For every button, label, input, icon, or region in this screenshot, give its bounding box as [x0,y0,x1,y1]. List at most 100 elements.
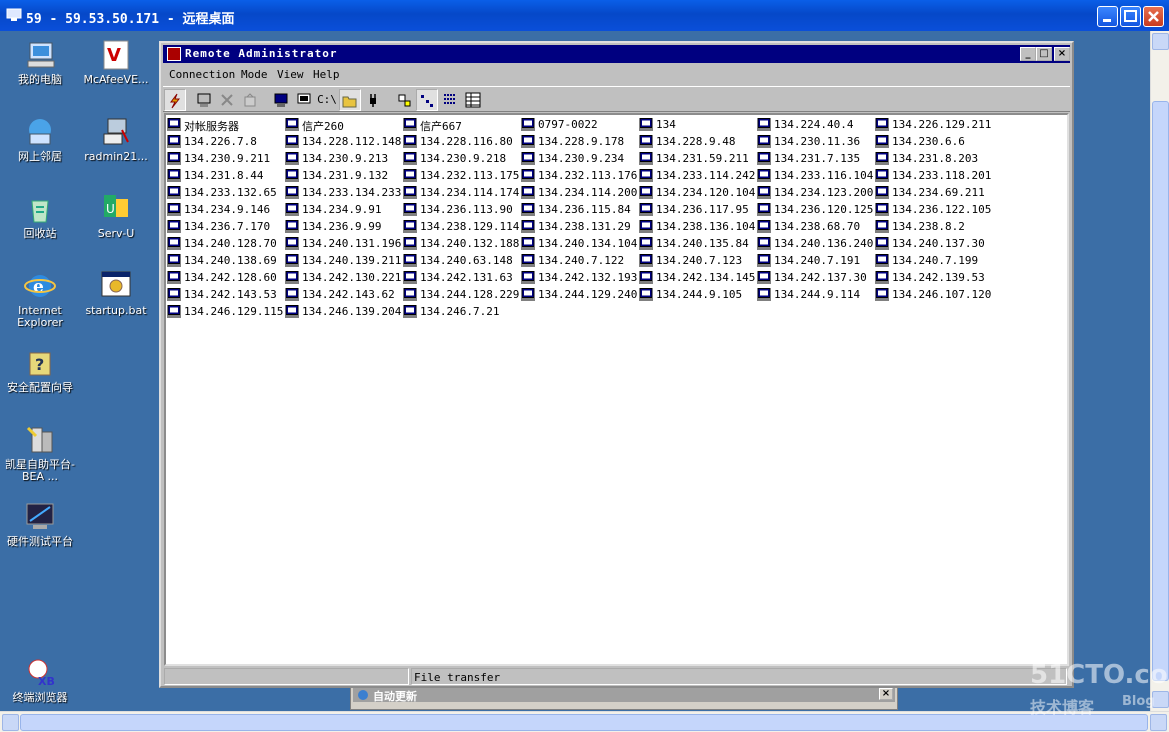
computer-icon [285,288,299,301]
computer-icon [521,118,535,131]
minimize-icon [1103,19,1111,22]
computer-icon [639,203,653,216]
computer-icon [639,288,653,301]
scroll-right-button[interactable] [1150,714,1167,731]
minimize-button[interactable] [1097,6,1118,27]
computer-icon [639,169,653,182]
telnet-button[interactable]: C:\ [316,89,338,111]
auto-update-close-button[interactable]: × [879,688,893,700]
hardware-test-icon [24,501,56,533]
large-icons-button[interactable] [393,89,415,111]
full-control-button[interactable] [270,89,292,111]
vertical-scroll-thumb[interactable] [1152,101,1169,681]
host-name: 134.240.132.188 [420,237,520,250]
computer-icon [521,254,535,267]
host-name: 134.244.9.114 [774,288,861,301]
host-name: 134.236.7.170 [184,220,271,233]
window-title: 59 - 59.53.50.171 - 远程桌面 [26,12,235,27]
scroll-left-button[interactable] [2,714,19,731]
computer-icon [639,254,653,267]
host-name: 134.238.136.104 [656,220,756,233]
host-name: 134.238.131.29 [538,220,631,233]
auto-update-title-bar[interactable]: 自动更新 [353,688,895,703]
add-host-button[interactable] [193,89,215,111]
desktop-icon-recycle-bin[interactable]: 回收站 [1,193,79,240]
host-name: 134.231.7.135 [774,152,861,165]
host-name: 134.228.112.148 [302,135,402,148]
connect-button[interactable] [164,89,186,111]
file-transfer-button[interactable] [339,89,361,111]
vertical-scrollbar[interactable] [1150,31,1169,711]
delete-icon [221,94,233,106]
computer-icon [403,203,417,216]
host-name: 134.242.139.53 [892,271,985,284]
properties-button[interactable] [239,89,261,111]
list-view-button[interactable] [439,89,461,111]
auto-update-window[interactable]: 自动更新 × [350,686,898,710]
shutdown-button[interactable] [362,89,384,111]
host-name: 134.233.114.242 [656,169,756,182]
menu-mode[interactable]: Mode [241,68,268,81]
status-mode: File transfer [411,668,1067,685]
computer-icon [167,254,181,267]
close-button[interactable] [1143,6,1164,27]
computer-icon [521,203,535,216]
properties-icon [244,93,256,107]
computer-icon [757,271,771,284]
radmin-title-bar[interactable]: Remote Administrator _ □ × [163,45,1070,63]
lightning-icon [170,93,181,109]
delete-button[interactable] [216,89,238,111]
update-globe-icon [358,690,368,700]
restore-icon [1124,10,1137,22]
host-name: 134.226.129.211 [892,118,992,131]
horizontal-scrollbar[interactable] [0,711,1169,732]
desktop-icon-internet-explorer[interactable]: e Internet Explorer [1,270,79,329]
computer-icon [757,186,771,199]
computer-icon [521,288,535,301]
details-view-button[interactable] [462,89,484,111]
computer-icon [875,169,889,182]
computer-icon [403,271,417,284]
host-name: 134.232.113.175 [420,169,520,182]
small-icons-button[interactable] [416,89,438,111]
menu-help[interactable]: Help [313,68,340,81]
desktop-icon-network-places[interactable]: 网上邻居 [1,116,79,163]
desktop-icon-hardware-test[interactable]: 硬件测试平台 [1,501,79,548]
host-name: 134.230.9.213 [302,152,389,165]
view-only-button[interactable] [293,89,315,111]
desktop-icon-kaixing-platform[interactable]: 凯星自助平台-BEA ... [1,424,79,483]
host-name: 134.230.9.218 [420,152,507,165]
radmin-close-button[interactable]: × [1054,47,1070,61]
computer-icon [167,135,181,148]
computer-icon [403,152,417,165]
radmin-minimize-button[interactable]: _ [1020,47,1036,61]
desktop-icon-radmin[interactable]: radmin21... [77,116,155,163]
desktop-icon-mcafee[interactable]: V McAfeeVE... [77,39,155,86]
host-name: 134.246.107.120 [892,288,992,301]
host-name: 134.242.132.193 [538,271,638,284]
horizontal-scroll-thumb[interactable] [20,714,1148,731]
menu-view[interactable]: View [277,68,304,81]
maximize-button[interactable] [1120,6,1141,27]
host-name: 134.244.129.240 [538,288,638,301]
computer-icon [403,118,417,131]
desktop-icon-my-computer[interactable]: 我的电脑 [1,39,79,86]
remote-desktop-title-bar[interactable]: 59 - 59.53.50.171 - 远程桌面 [0,0,1169,31]
scroll-up-button[interactable] [1152,33,1169,50]
computer-icon [757,135,771,148]
desktop-icon-startup-bat[interactable]: startup.bat [77,270,155,317]
computer-icon [167,186,181,199]
computer-icon [167,288,181,301]
menu-connection[interactable]: Connection [169,68,235,81]
radmin-maximize-button[interactable]: □ [1036,47,1052,61]
desktop-icon-security-wizard[interactable]: ? 安全配置向导 [1,347,79,394]
host-name: 134.236.115.84 [538,203,631,216]
desktop-icon-terminal-browser[interactable]: XB 终端浏览器 [1,657,79,704]
computer-icon [875,135,889,148]
radmin-window[interactable]: Remote Administrator _ □ × Connection Mo… [159,41,1074,688]
desktop-icon-serv-u[interactable]: U Serv-U [77,193,155,240]
status-panel-left [164,668,409,685]
computer-icon [285,237,299,250]
computer-icon [521,152,535,165]
host-name: 134.234.114.200 [538,186,638,199]
